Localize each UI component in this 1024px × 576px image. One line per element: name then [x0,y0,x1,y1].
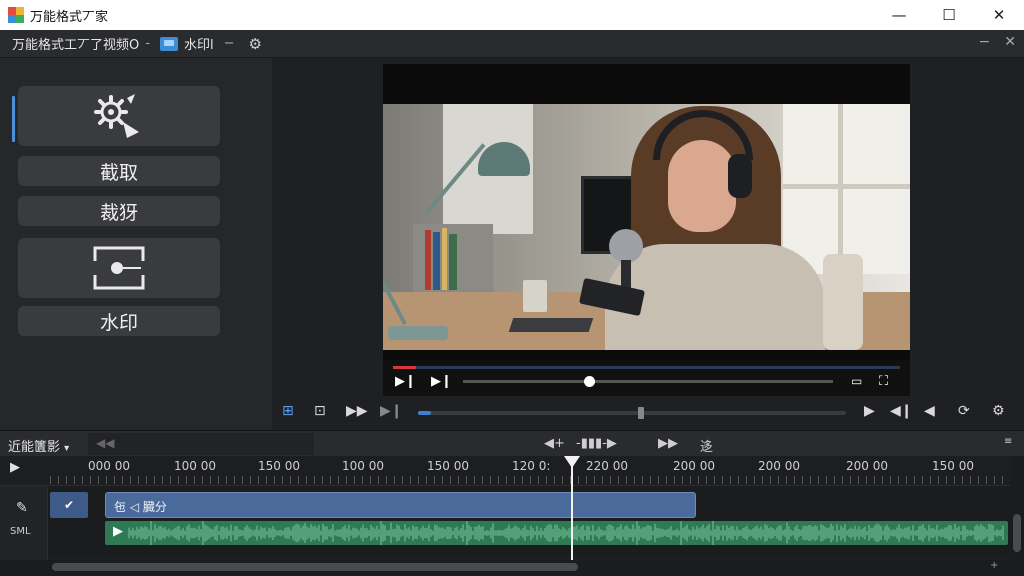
video-scrub-knob[interactable] [583,376,595,387]
mute-icon[interactable]: ◀ [924,403,935,419]
panel-close-button[interactable]: ✕ [1004,34,1016,50]
scroll-add-icon[interactable]: + [990,560,998,571]
tool-watermark-button[interactable]: 水印 [18,306,220,336]
ruler-ticks [50,476,1010,484]
tab-main[interactable]: 万能格式工丆了视频O [12,34,139,53]
split-icon[interactable]: -▮▮▮-▶ [576,436,617,451]
play-icon[interactable]: ▶ [864,403,875,419]
vertical-scroll-thumb[interactable] [1013,514,1021,552]
ruler-label: 100 00 [342,459,384,473]
fullscreen-icon[interactable]: ⛶ [879,374,888,389]
ruler-label: 150 00 [258,459,300,473]
transport-bar: ⊞ ⊡ ▶▶ ▶❙ ▶ ◀❙ ◀ ⟳ ⚙ [272,400,1024,426]
video-frame-image [383,104,910,350]
ruler-label: 200 00 [846,459,888,473]
video-scrub-bar[interactable] [463,376,833,387]
track-enable-toggle[interactable]: ✔ [50,492,88,518]
audio-waveform [128,521,1004,545]
window-title: 万能格式丆家 [30,9,109,25]
video-progress-bar[interactable] [393,366,900,369]
ruler-label: 150 00 [932,459,974,473]
audio-play-icon[interactable]: ▶ [113,524,123,539]
ruler-label: 000 00 [88,459,130,473]
tab-watermark[interactable]: 水印l [184,34,214,53]
settings-gear-icon[interactable]: ⚙ [248,35,261,53]
ruler-label: 200 00 [758,459,800,473]
timeline-header: 近能籄影 ▾ ◀◀ ◀+ -▮▮▮-▶ ▶▶ 迻 ≡ [0,430,1024,456]
skip-end-icon[interactable]: ▶❙ [380,403,403,419]
app-toolbar: 万能格式工丆了视频O - 水印l − ⚙ − ✕ [0,30,1024,58]
tool-watermark-frame-button[interactable] [18,238,220,298]
next-frame-icon[interactable]: ▶❙ [431,374,452,389]
watermark-frame-icon [91,246,147,290]
rewind-icon[interactable]: ◀◀ [96,436,114,450]
tool-crop-label: 裁犽 [99,201,138,224]
ruler-label: 150 00 [427,459,469,473]
tool-crop-button[interactable]: 裁犽 [18,196,220,226]
video-clip[interactable]: 㐌 ◁ 臓分 [105,492,696,518]
playback-progress-knob[interactable] [637,407,644,419]
timeline-vertical-scrollbar[interactable] [1010,456,1024,560]
ruler-label: 120 0: [512,459,551,473]
ruler-label: 100 00 [174,459,216,473]
timeline-horizontal-scrollbar[interactable]: + [0,560,1024,576]
minimize-button[interactable]: — [874,0,924,30]
brush-icon[interactable]: ✎ [16,500,28,516]
tab-watermark-close[interactable]: − [224,36,235,51]
timeline-tab-area: ◀◀ [88,433,314,455]
timeline-title[interactable]: 近能籄影 ▾ [8,436,69,455]
app-logo-icon [8,7,24,23]
chart-icon[interactable]: ⊡ [314,403,326,419]
playback-progress-bar[interactable] [418,407,846,419]
close-button[interactable]: ✕ [974,0,1024,30]
gear-plus-icon [94,94,139,138]
play-pause-icon[interactable]: ▶❙ [395,374,416,389]
fast-forward-icon[interactable]: ▶▶ [346,403,368,419]
waveform-path [128,521,1004,545]
timeline-menu-icon[interactable]: ≡ [1004,436,1012,447]
tab-separator: - [145,36,150,51]
add-marker-icon[interactable]: ⊞ [282,403,294,419]
active-tool-indicator [12,96,15,142]
video-clip-label: 㐌 ◁ 臓分 [114,500,167,514]
tool-watermark-label: 水印 [99,311,138,334]
window-controls: — ☐ ✕ [874,0,1024,30]
volume-icon[interactable]: ◀❙ [890,403,913,419]
settings-icon[interactable]: ⚙ [992,403,1005,419]
horizontal-scroll-thumb[interactable] [52,563,578,571]
timeline-play-icon[interactable]: ▶ [10,460,20,475]
playback-progress-fill [418,411,431,415]
playhead-handle[interactable] [564,456,580,468]
video-preview[interactable]: ▶❙ ▶❙ ▭ ⛶ [383,64,910,396]
track-header: ✎ SML [0,486,48,560]
ruler-label: 200 00 [673,459,715,473]
fast-mode-label[interactable]: 迻 [700,436,713,455]
maximize-button[interactable]: ☐ [924,0,974,30]
fast-forward-timeline-icon[interactable]: ▶▶ [658,436,678,451]
watermark-tab-icon [159,36,178,51]
video-control-bar: ▶❙ ▶❙ ▭ ⛶ [383,360,910,396]
video-progress-fill [393,366,416,369]
zoom-out-icon[interactable]: ◀+ [544,436,565,451]
tool-trim-label: 截取 [99,161,138,184]
caption-icon[interactable]: ▭ [851,374,862,388]
tool-trim-button[interactable]: 截取 [18,156,220,186]
title-bar: 万能格式丆家 — ☐ ✕ [0,0,1024,30]
loop-icon[interactable]: ⟳ [958,403,970,419]
timeline-ruler[interactable]: ▶ 000 00 100 00 150 00 100 00 150 00 120… [0,456,1024,486]
track-label: SML [10,526,31,537]
ruler-label: 220 00 [586,459,628,473]
tool-convert-button[interactable] [18,86,220,146]
playhead-line[interactable] [571,456,573,574]
panel-minimize-button[interactable]: − [979,34,991,50]
audio-clip[interactable]: ▶ [105,521,1008,545]
tools-panel: 截取 裁犽 水印 [0,58,272,430]
